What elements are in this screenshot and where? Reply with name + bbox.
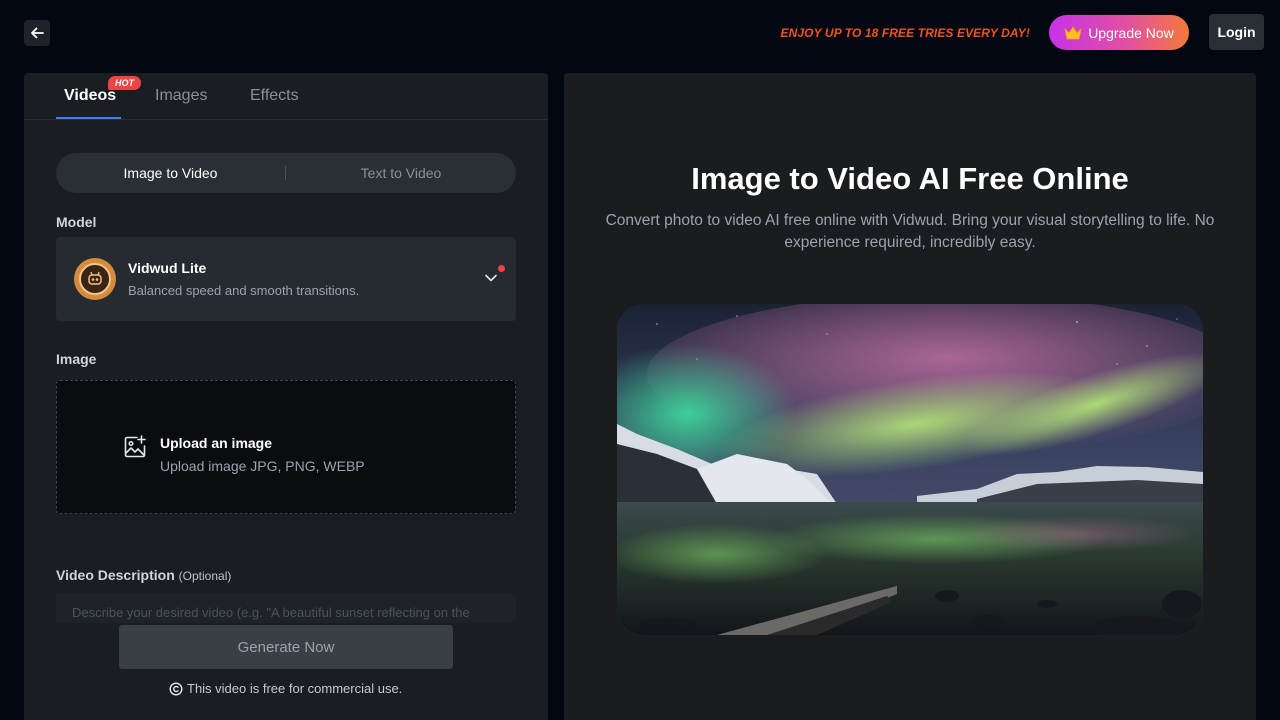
optional-tag: (Optional) — [178, 569, 232, 583]
model-label: Model — [56, 214, 97, 230]
mode-text-to-video[interactable]: Text to Video — [286, 153, 516, 193]
mode-toggle: Image to Video Text to Video — [56, 153, 516, 193]
active-tab-indicator — [56, 117, 121, 119]
promo-text: ENJOY UP TO 18 FREE TRIES EVERY DAY! — [780, 26, 1030, 40]
license-note: This video is free for commercial use. — [169, 681, 402, 696]
upload-formats: Upload image JPG, PNG, WEBP — [160, 458, 365, 474]
model-logo — [74, 258, 116, 300]
back-button[interactable] — [24, 20, 50, 46]
upload-title: Upload an image — [160, 435, 273, 451]
video-description-label: Video Description (Optional) — [56, 567, 231, 583]
page-subtitle: Convert photo to video AI free online wi… — [605, 212, 1215, 251]
image-plus-icon — [124, 435, 146, 458]
top-bar: ENJOY UP TO 18 FREE TRIES EVERY DAY! Upg… — [0, 0, 1280, 64]
model-name: Vidwud Lite — [128, 260, 207, 276]
preview-panel: Image to Video AI Free Online Convert ph… — [564, 73, 1256, 720]
sample-aurora-image — [617, 304, 1203, 635]
chevron-down-icon — [485, 274, 497, 282]
upgrade-button[interactable]: Upgrade Now — [1049, 15, 1189, 50]
license-text: This video is free for commercial use. — [187, 681, 403, 696]
video-description-input[interactable] — [56, 593, 516, 623]
video-description-title: Video Description — [56, 567, 175, 583]
hot-badge: HOT — [108, 76, 141, 90]
upgrade-label: Upgrade Now — [1088, 24, 1174, 41]
back-arrow-icon — [31, 27, 44, 39]
generate-button[interactable]: Generate Now — [119, 625, 453, 669]
tab-effects[interactable]: Effects — [250, 87, 299, 105]
generator-panel: Videos HOT Images Effects Image to Video… — [24, 73, 548, 720]
mode-image-to-video[interactable]: Image to Video — [56, 153, 285, 193]
login-button[interactable]: Login — [1209, 14, 1264, 50]
model-description: Balanced speed and smooth transitions. — [128, 283, 360, 298]
crown-icon — [1064, 25, 1082, 39]
tab-images[interactable]: Images — [155, 87, 207, 105]
model-selector[interactable]: Vidwud Lite Balanced speed and smooth tr… — [56, 237, 516, 321]
notification-dot — [498, 265, 505, 272]
copyright-icon — [169, 681, 183, 696]
image-label: Image — [56, 351, 97, 367]
image-upload-area[interactable]: Upload an image Upload image JPG, PNG, W… — [56, 380, 516, 514]
page-title: Image to Video AI Free Online — [691, 161, 1129, 196]
category-tabs: Videos HOT Images Effects — [24, 73, 548, 120]
